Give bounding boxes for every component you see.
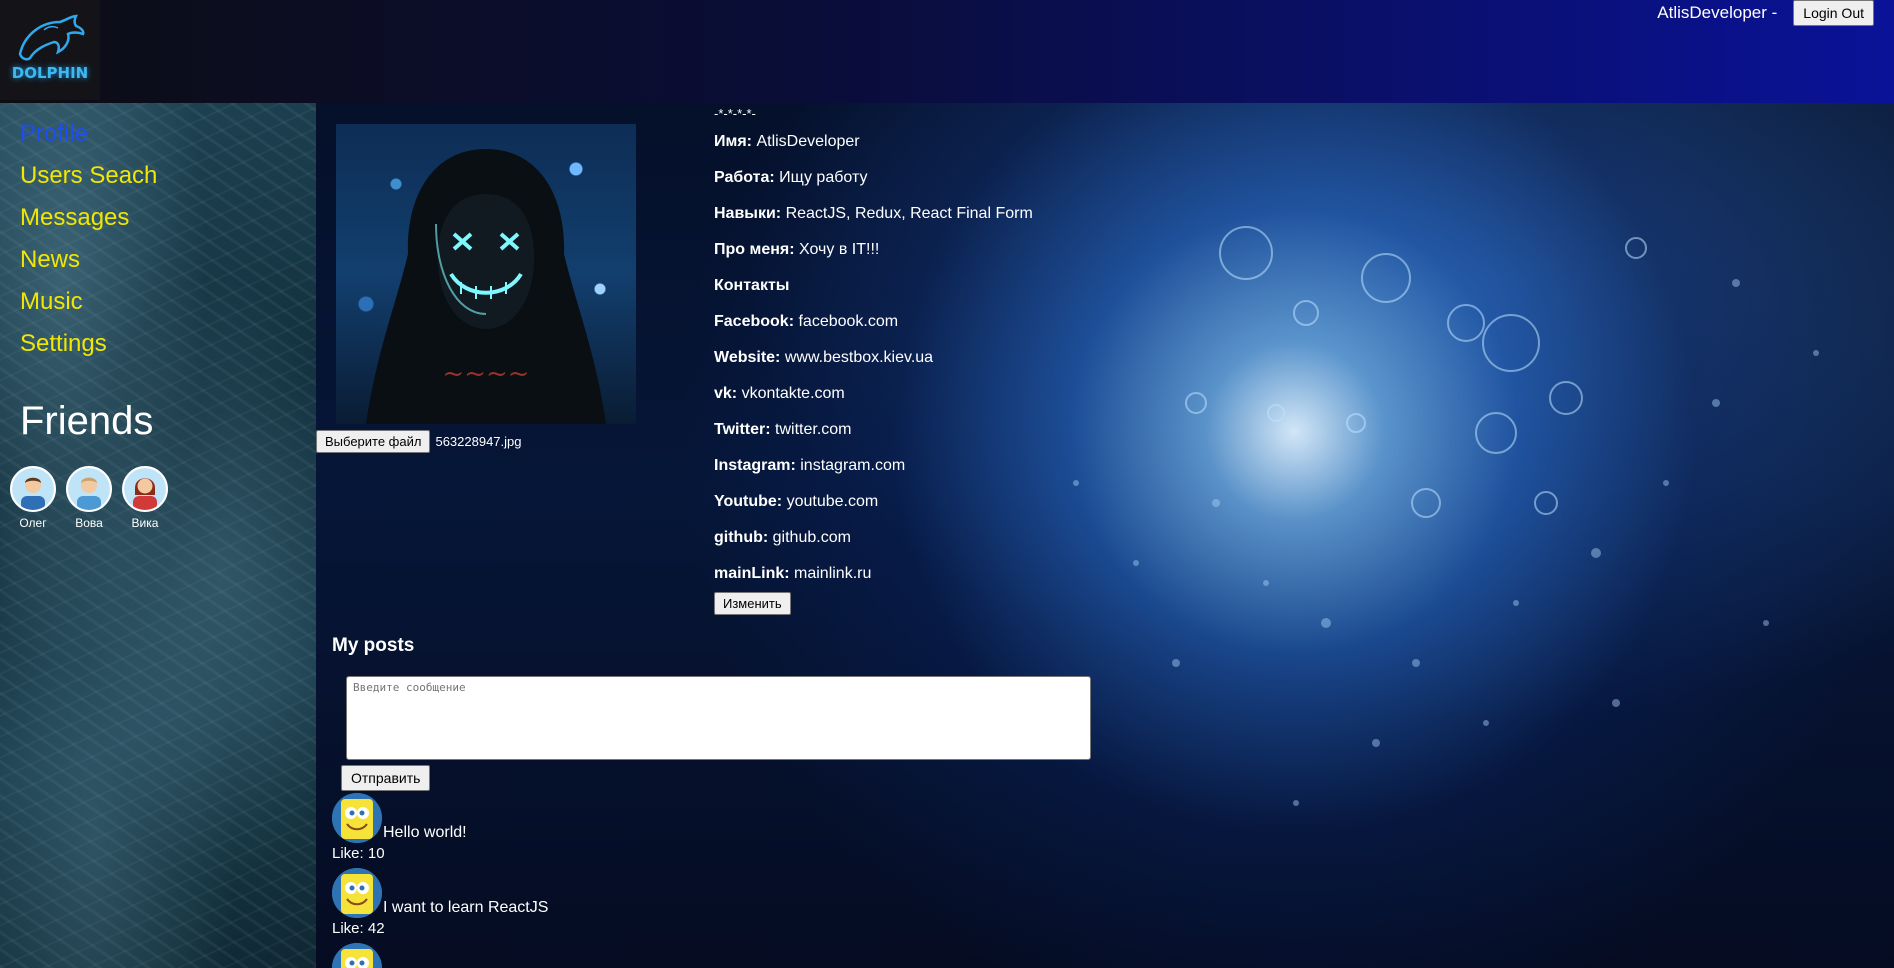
field-value: www.bestbox.kiev.ua xyxy=(784,349,934,366)
friend-avatar xyxy=(122,466,168,512)
post-avatar xyxy=(332,868,382,918)
info-row-skills: Навыки: ReactJS, Redux, React Final Form xyxy=(714,196,1033,232)
field-value: vkontakte.com xyxy=(741,385,845,402)
friends-list: Олег Вова Вика xyxy=(10,466,168,530)
logout-button[interactable]: Login Out xyxy=(1793,0,1874,26)
field-value: AtlisDeveloper xyxy=(756,133,860,150)
field-label: Навыки: xyxy=(714,205,782,222)
field-value: twitter.com xyxy=(775,421,852,438)
post-item xyxy=(332,943,383,968)
field-label: github: xyxy=(714,529,769,546)
new-post-input[interactable] xyxy=(346,676,1091,760)
field-label: Про меня: xyxy=(714,241,795,258)
profile-status[interactable]: -*-*-*-*- xyxy=(714,106,1033,124)
female-avatar-icon xyxy=(124,468,166,510)
field-value: mainlink.ru xyxy=(794,565,872,582)
friend-name: Олег xyxy=(19,516,47,530)
sponge-avatar-icon xyxy=(332,868,382,918)
post-avatar xyxy=(332,793,382,843)
contact-website: Website: www.bestbox.kiev.ua xyxy=(714,340,1033,376)
file-upload-row: Выберите файл 563228947.jpg xyxy=(316,430,522,453)
main-content: ~~~~ Выберите файл 563228947.jpg -*-*-*-… xyxy=(316,103,1894,968)
field-value: instagram.com xyxy=(800,457,906,474)
contact-mainlink: mainLink: mainlink.ru xyxy=(714,556,1033,592)
contact-instagram: Instagram: instagram.com xyxy=(714,448,1033,484)
field-label: vk: xyxy=(714,385,738,402)
nav-item-settings[interactable]: Settings xyxy=(20,327,157,369)
post-likes[interactable]: Like: 42 xyxy=(332,920,548,937)
contact-vk: vk: vkontakte.com xyxy=(714,376,1033,412)
svg-text:~~~~: ~~~~ xyxy=(442,359,529,389)
post-avatar xyxy=(332,943,382,968)
info-row-name: Имя: AtlisDeveloper xyxy=(714,124,1033,160)
sponge-avatar-icon xyxy=(332,943,382,968)
posts-title: My posts xyxy=(332,635,415,656)
edit-profile-button[interactable]: Изменить xyxy=(714,592,791,615)
nav-item-music[interactable]: Music xyxy=(20,285,157,327)
info-row-job: Работа: Ищу работу xyxy=(714,160,1033,196)
friend-avatar xyxy=(10,466,56,512)
login-block: AtlisDeveloper - Login Out xyxy=(1657,0,1874,26)
friend-item[interactable]: Вика xyxy=(122,466,168,530)
sidebar: Profile Users Seach Messages News Music … xyxy=(0,103,316,968)
hooded-person-image: ~~~~ xyxy=(366,149,606,424)
field-value: youtube.com xyxy=(786,493,879,510)
header: DOLPHIN AtlisDeveloper - Login Out xyxy=(0,0,1894,103)
logo-text: DOLPHIN xyxy=(11,64,89,82)
sponge-avatar-icon xyxy=(332,793,382,843)
post-item: Hello world! Like: 10 xyxy=(332,793,467,862)
friend-item[interactable]: Олег xyxy=(10,466,56,530)
field-value: github.com xyxy=(772,529,851,546)
contact-twitter: Twitter: twitter.com xyxy=(714,412,1033,448)
nav-item-news[interactable]: News xyxy=(20,243,157,285)
info-row-about: Про меня: Хочу в IT!!! xyxy=(714,232,1033,268)
contact-github: github: github.com xyxy=(714,520,1033,556)
dolphin-icon xyxy=(18,14,85,61)
current-user-name: AtlisDeveloper - xyxy=(1657,3,1778,22)
male-avatar-icon xyxy=(12,468,54,510)
field-value: facebook.com xyxy=(798,313,899,330)
logo[interactable]: DOLPHIN xyxy=(0,0,100,100)
friend-name: Вова xyxy=(75,516,103,530)
field-label: Twitter: xyxy=(714,421,771,438)
profile-info: -*-*-*-*- Имя: AtlisDeveloper Работа: Ищ… xyxy=(714,106,1033,615)
field-value: Хочу в IT!!! xyxy=(799,241,880,258)
field-value: Ищу работу xyxy=(779,169,868,186)
nav-item-profile[interactable]: Profile xyxy=(20,117,157,159)
post-text: Hello world! xyxy=(383,824,467,841)
nav-item-messages[interactable]: Messages xyxy=(20,201,157,243)
friends-title: Friends xyxy=(20,399,154,443)
field-label: Instagram: xyxy=(714,457,796,474)
profile-photo: ~~~~ xyxy=(336,124,636,424)
choose-file-button[interactable]: Выберите файл xyxy=(316,430,431,453)
friend-item[interactable]: Вова xyxy=(66,466,112,530)
friend-avatar xyxy=(66,466,112,512)
send-post-button[interactable]: Отправить xyxy=(341,765,431,791)
field-label: mainLink: xyxy=(714,565,790,582)
contacts-heading: Контакты xyxy=(714,268,1033,304)
field-label: Имя: xyxy=(714,133,752,150)
friend-name: Вика xyxy=(131,516,159,530)
contact-youtube: Youtube: youtube.com xyxy=(714,484,1033,520)
post-item: I want to learn ReactJS Like: 42 xyxy=(332,868,548,937)
contact-facebook: Facebook: facebook.com xyxy=(714,304,1033,340)
field-label: Website: xyxy=(714,349,781,366)
selected-file-name: 563228947.jpg xyxy=(435,434,522,449)
field-value: ReactJS, Redux, React Final Form xyxy=(785,205,1033,222)
field-label: Контакты xyxy=(714,277,790,294)
male-avatar-icon xyxy=(68,468,110,510)
post-likes[interactable]: Like: 10 xyxy=(332,845,467,862)
post-text: I want to learn ReactJS xyxy=(383,899,549,916)
field-label: Youtube: xyxy=(714,493,783,510)
field-label: Работа: xyxy=(714,169,775,186)
main-nav: Profile Users Seach Messages News Music … xyxy=(20,117,157,369)
nav-item-users-search[interactable]: Users Seach xyxy=(20,159,157,201)
field-label: Facebook: xyxy=(714,313,795,330)
